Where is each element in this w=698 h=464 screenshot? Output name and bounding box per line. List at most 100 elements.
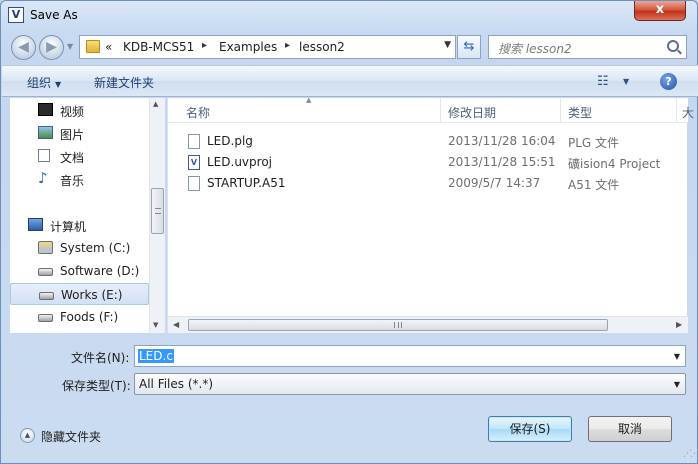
navigation-pane: 视频 图片 文档 ♪ 音乐 计算机 System (C:) Software (… [10, 98, 165, 333]
nav-item-foods-f[interactable]: Foods (F:) [10, 306, 149, 328]
close-button[interactable]: x [634, 1, 686, 21]
grip-icon [394, 322, 402, 328]
nav-item-label: Works (E:) [61, 288, 123, 302]
hscroll-thumb[interactable] [188, 319, 608, 331]
nav-item-software-d[interactable]: Software (D:) [10, 260, 149, 282]
video-library-icon [38, 103, 53, 116]
organize-button[interactable]: 组织 ▼ [27, 74, 61, 91]
music-library-icon: ♪ [38, 169, 48, 187]
file-type: PLG 文件 [568, 136, 620, 150]
cancel-button[interactable]: 取消 [588, 416, 672, 442]
nav-scrollbar[interactable]: ▲ ▼ [149, 98, 165, 333]
file-list-hscrollbar[interactable]: ◀ ▶ [168, 316, 688, 333]
column-header-name[interactable]: 名称 [186, 104, 210, 121]
file-icon [188, 134, 200, 149]
file-modified: 2013/11/28 16:04 [448, 134, 556, 148]
nav-item-label: 文档 [60, 151, 85, 165]
file-name: STARTUP.A51 [207, 176, 286, 190]
nav-item-videos[interactable]: 视频 [10, 99, 149, 121]
file-modified: 2013/11/28 15:51 [448, 155, 556, 169]
sort-ascending-icon: ▲ [306, 96, 312, 104]
resize-grip-icon[interactable]: ⋰⋰ [683, 449, 698, 459]
recent-locations-dropdown[interactable]: ▼ [67, 42, 73, 51]
scroll-up-icon[interactable]: ▲ [153, 100, 158, 108]
chevron-up-icon: ▲ [20, 428, 35, 443]
file-type: A51 文件 [568, 178, 620, 192]
filetype-select[interactable]: All Files (*.*) ▼ [134, 373, 686, 395]
new-folder-button[interactable]: 新建文件夹 [94, 74, 154, 91]
address-dropdown-icon[interactable]: ▼ [444, 40, 451, 50]
file-icon [188, 176, 200, 191]
nav-item-system-c[interactable]: System (C:) [10, 237, 149, 259]
breadcrumb-separator[interactable]: ▸ [285, 40, 290, 51]
scroll-right-icon[interactable]: ▶ [676, 320, 682, 329]
view-options-icon[interactable]: ☷ [597, 74, 609, 89]
file-name: LED.plg [207, 134, 253, 148]
window-title: Save As [30, 8, 78, 22]
grip-icon [155, 208, 161, 214]
title-bar: V Save As x [1, 1, 697, 31]
filename-field[interactable]: LED.c ▼ [134, 345, 686, 367]
nav-item-works-e[interactable]: Works (E:) [10, 283, 149, 305]
nav-item-pictures[interactable]: 图片 [10, 122, 149, 144]
breadcrumb-separator[interactable]: ▸ [202, 40, 207, 51]
refresh-icon: ⇆ [463, 39, 475, 54]
nav-item-label: 音乐 [60, 174, 85, 188]
scroll-down-icon[interactable]: ▼ [153, 321, 158, 329]
forward-button[interactable]: ▶ [39, 35, 64, 60]
file-row[interactable]: STARTUP.A51 2009/5/7 14:37 A51 文件 [186, 173, 676, 193]
chevron-down-icon[interactable]: ▼ [674, 380, 680, 389]
system-drive-icon [38, 241, 53, 254]
file-modified: 2009/5/7 14:37 [448, 176, 541, 190]
help-button[interactable]: ? [660, 73, 677, 90]
column-divider[interactable] [560, 98, 561, 123]
pictures-library-icon [38, 126, 53, 139]
back-button[interactable]: ◀ [11, 35, 36, 60]
hide-folders-label: 隐藏文件夹 [41, 430, 102, 444]
address-bar[interactable]: « KDB-MCS51 ▸ Examples ▸ lesson2 ▼ [79, 35, 456, 59]
view-dropdown-icon[interactable]: ▼ [623, 77, 629, 86]
filename-value[interactable]: LED.c [138, 349, 174, 363]
drive-icon [39, 292, 54, 300]
column-header-type[interactable]: 类型 [568, 104, 592, 121]
back-arrow-icon: ◀ [18, 39, 29, 55]
uvision-app-icon: V [8, 7, 24, 23]
save-button[interactable]: 保存(S) [488, 416, 572, 442]
column-header-row: ▲ 名称 修改日期 类型 大 [168, 96, 694, 123]
file-row[interactable]: V LED.uvproj 2013/11/28 15:51 礦ision4 Pr… [186, 152, 676, 172]
column-divider[interactable] [440, 98, 441, 123]
scroll-left-icon[interactable]: ◀ [173, 320, 179, 329]
nav-item-label: 计算机 [50, 220, 87, 234]
nav-item-documents[interactable]: 文档 [10, 145, 149, 167]
uvision-project-icon: V [188, 155, 200, 170]
search-input[interactable]: 搜索 lesson2 [498, 40, 572, 57]
column-header-modified[interactable]: 修改日期 [448, 104, 496, 121]
chevron-down-icon[interactable]: ▼ [674, 352, 680, 361]
drive-icon [38, 268, 53, 276]
search-icon[interactable] [667, 40, 679, 52]
forward-arrow-icon: ▶ [46, 39, 57, 55]
column-header-size[interactable]: 大 [682, 104, 694, 121]
drive-icon [38, 314, 53, 322]
nav-item-computer[interactable]: 计算机 [10, 214, 149, 236]
nav-item-label: Software (D:) [60, 264, 140, 278]
chevron-down-icon: ▼ [55, 80, 62, 89]
breadcrumb-lesson2[interactable]: lesson2 [299, 40, 345, 54]
search-box[interactable]: 搜索 lesson2 [488, 35, 687, 59]
nav-item-label: 图片 [60, 128, 85, 142]
folder-icon [86, 40, 100, 53]
organize-label: 组织 [27, 76, 52, 90]
breadcrumb-examples[interactable]: Examples [219, 40, 277, 54]
nav-item-music[interactable]: ♪ 音乐 [10, 168, 149, 190]
nav-item-label: 视频 [60, 105, 85, 119]
file-type: 礦ision4 Project [568, 157, 661, 171]
nav-item-label: Foods (F:) [60, 310, 119, 324]
column-divider[interactable] [676, 98, 677, 123]
computer-icon [28, 218, 43, 231]
breadcrumb-overflow[interactable]: « [105, 40, 112, 54]
filetype-label: 保存类型(T): [62, 379, 131, 393]
breadcrumb-kdb-mcs51[interactable]: KDB-MCS51 [123, 40, 194, 54]
nav-scroll-thumb[interactable] [151, 188, 164, 234]
refresh-button[interactable]: ⇆ [457, 35, 481, 59]
file-row[interactable]: LED.plg 2013/11/28 16:04 PLG 文件 [186, 131, 676, 151]
